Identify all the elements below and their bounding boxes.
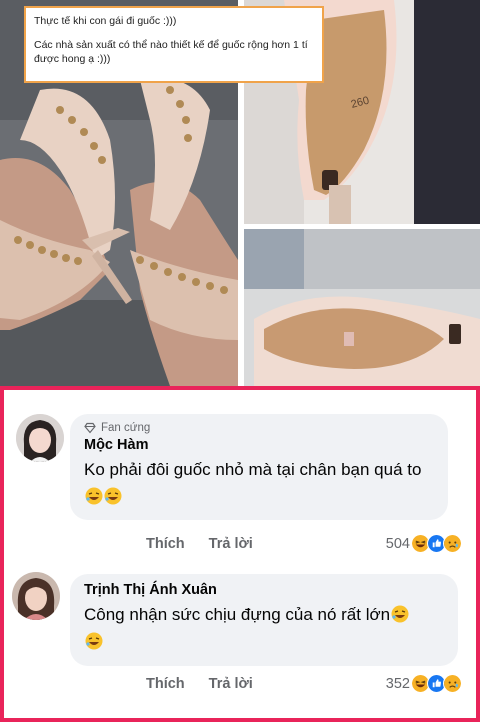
fan-badge-label: Fan cứng	[101, 422, 151, 434]
rofl-emoji	[104, 487, 122, 505]
sad-icon	[443, 674, 462, 693]
comment-author[interactable]: Trịnh Thị Ánh Xuân	[84, 582, 444, 598]
rofl-emoji	[391, 605, 409, 623]
avatar-woman-image	[12, 572, 60, 620]
comment-text: Công nhận sức chịu đựng của nó rất lớn	[84, 605, 391, 624]
photo-shoe-sole-closeup[interactable]	[244, 229, 480, 386]
caption-line-1: Thực tế khi con gái đi guốc :)))	[34, 15, 177, 27]
comment-text-wrap: Ko phải đôi guốc nhỏ mà tại chân bạn quá…	[84, 456, 434, 510]
rofl-emoji	[85, 487, 103, 505]
comment-item: Fan cứng Mộc Hàm Ko phải đôi guốc nhỏ mà…	[4, 390, 476, 560]
comment-text-wrap: Công nhận sức chịu đựng của nó rất lớn	[84, 601, 444, 655]
avatar[interactable]	[12, 572, 60, 620]
fan-badge: Fan cứng	[84, 422, 434, 434]
reply-button[interactable]: Trả lời	[209, 536, 253, 552]
post-caption: Thực tế khi con gái đi guốc :))) Các nhà…	[24, 6, 324, 83]
comment-bubble: Trịnh Thị Ánh Xuân Công nhận sức chịu đự…	[70, 574, 458, 666]
diamond-icon	[84, 422, 96, 434]
reaction-summary[interactable]: 504	[386, 534, 462, 553]
reaction-count: 352	[385, 675, 410, 692]
comment-actions: Thích Trả lời	[146, 536, 253, 552]
reply-button[interactable]: Trả lời	[209, 676, 253, 692]
comment-actions: Thích Trả lời	[146, 676, 253, 692]
comment-bubble: Fan cứng Mộc Hàm Ko phải đôi guốc nhỏ mà…	[70, 414, 448, 520]
comment-author[interactable]: Mộc Hàm	[84, 437, 434, 453]
caption-line-2: Các nhà sản xuất có thể nào thiết kế để …	[34, 39, 308, 65]
avatar[interactable]	[16, 414, 64, 462]
rofl-emoji	[85, 632, 103, 650]
shoe-closeup-illustration	[244, 229, 480, 386]
reaction-summary[interactable]: 352	[386, 674, 462, 693]
avatar-girl-image	[16, 414, 64, 462]
like-button[interactable]: Thích	[146, 536, 185, 552]
reaction-count: 504	[385, 535, 410, 552]
sad-icon	[443, 534, 462, 553]
comment-item: Trịnh Thị Ánh Xuân Công nhận sức chịu đự…	[4, 560, 476, 722]
comments-section: Fan cứng Mộc Hàm Ko phải đôi guốc nhỏ mà…	[0, 386, 480, 722]
post-photo-collage: 260 Thực tế khi con gái đi guốc :))) Các…	[0, 0, 480, 386]
comment-text: Ko phải đôi guốc nhỏ mà tại chân bạn quá…	[84, 460, 422, 479]
like-button[interactable]: Thích	[146, 676, 185, 692]
